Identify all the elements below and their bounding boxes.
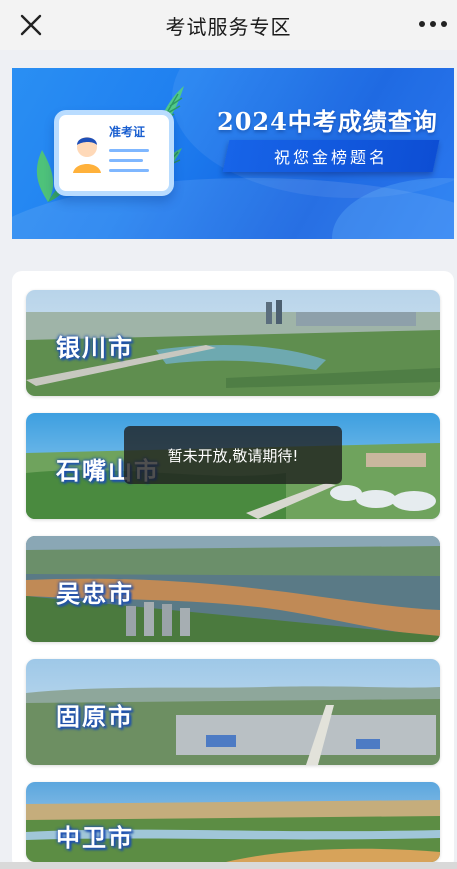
bottom-edge: [0, 862, 457, 869]
toast-message: 暂未开放,敬请期待!: [124, 426, 342, 484]
city-card-wuzhong[interactable]: 吴忠市: [26, 536, 440, 642]
city-name: 中卫市: [56, 824, 134, 852]
city-card-zhongwei[interactable]: 中卫市: [26, 782, 440, 862]
banner-subtitle: 祝您金榜题名: [273, 148, 388, 167]
admission-ticket-card: 准考证: [54, 110, 174, 196]
banner-title: 2024中考成绩查询: [217, 107, 438, 136]
navbar: 考试服务专区: [0, 0, 457, 50]
more-icon[interactable]: [419, 14, 447, 34]
city-name: 银川市: [56, 334, 134, 362]
ticket-label: 准考证: [109, 125, 146, 139]
city-card-guyuan[interactable]: 固原市: [26, 659, 440, 765]
close-icon[interactable]: [18, 12, 44, 38]
page-title: 考试服务专区: [165, 14, 292, 39]
city-name: 固原市: [56, 703, 134, 731]
exam-result-banner[interactable]: 准考证 2024中考成绩查询 祝您金榜题名: [12, 68, 454, 239]
city-name: 吴忠市: [56, 580, 134, 608]
student-avatar-icon: [73, 137, 101, 173]
city-card-yinchuan[interactable]: 银川市: [26, 290, 440, 396]
